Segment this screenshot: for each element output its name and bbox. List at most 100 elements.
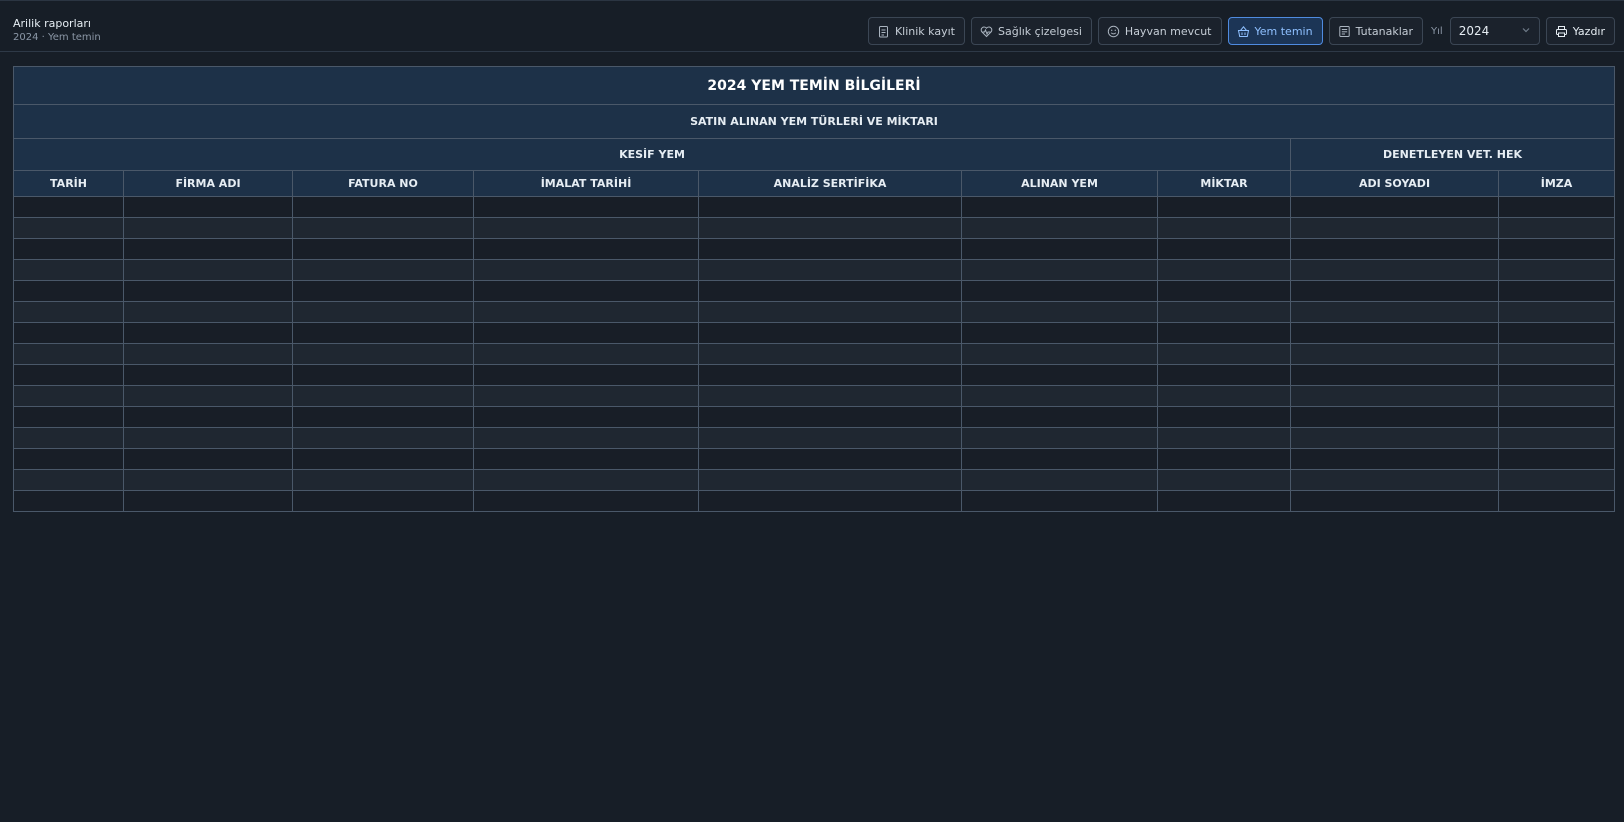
table-cell[interactable] (1498, 343, 1615, 365)
table-cell[interactable] (473, 427, 699, 449)
table-cell[interactable] (292, 448, 474, 470)
table-cell[interactable] (1290, 238, 1499, 260)
saglik-cizelgesi-button[interactable]: Sağlık çizelgesi (970, 17, 1092, 45)
table-cell[interactable] (13, 385, 124, 407)
table-cell[interactable] (473, 259, 699, 281)
table-cell[interactable] (1290, 427, 1499, 449)
tutanaklar-button[interactable]: Tutanaklar (1328, 17, 1424, 45)
table-cell[interactable] (961, 448, 1158, 470)
table-cell[interactable] (1290, 301, 1499, 323)
table-cell[interactable] (292, 364, 474, 386)
table-cell[interactable] (1157, 217, 1291, 239)
table-cell[interactable] (1157, 301, 1291, 323)
table-cell[interactable] (961, 364, 1158, 386)
table-cell[interactable] (1498, 427, 1615, 449)
table-cell[interactable] (1498, 448, 1615, 470)
table-cell[interactable] (961, 259, 1158, 281)
table-cell[interactable] (13, 280, 124, 302)
table-cell[interactable] (473, 385, 699, 407)
table-cell[interactable] (961, 196, 1158, 218)
table-cell[interactable] (292, 322, 474, 344)
table-cell[interactable] (13, 259, 124, 281)
table-cell[interactable] (1290, 448, 1499, 470)
table-cell[interactable] (123, 406, 293, 428)
table-cell[interactable] (1290, 259, 1499, 281)
table-cell[interactable] (1157, 259, 1291, 281)
table-cell[interactable] (473, 469, 699, 491)
table-cell[interactable] (1290, 280, 1499, 302)
table-cell[interactable] (123, 385, 293, 407)
table-cell[interactable] (1290, 364, 1499, 386)
table-cell[interactable] (292, 238, 474, 260)
table-cell[interactable] (13, 364, 124, 386)
table-cell[interactable] (961, 490, 1158, 512)
table-cell[interactable] (13, 238, 124, 260)
table-cell[interactable] (292, 469, 474, 491)
table-cell[interactable] (1290, 196, 1499, 218)
table-cell[interactable] (123, 448, 293, 470)
table-cell[interactable] (1498, 322, 1615, 344)
klinik-kayit-button[interactable]: Klinik kayıt (867, 17, 965, 45)
table-cell[interactable] (13, 301, 124, 323)
table-cell[interactable] (123, 343, 293, 365)
table-cell[interactable] (1157, 385, 1291, 407)
table-cell[interactable] (698, 217, 962, 239)
table-cell[interactable] (292, 343, 474, 365)
table-cell[interactable] (13, 406, 124, 428)
table-cell[interactable] (961, 301, 1158, 323)
table-cell[interactable] (123, 427, 293, 449)
table-cell[interactable] (473, 238, 699, 260)
table-cell[interactable] (1290, 343, 1499, 365)
table-cell[interactable] (123, 196, 293, 218)
table-cell[interactable] (473, 301, 699, 323)
table-cell[interactable] (1498, 301, 1615, 323)
table-cell[interactable] (961, 469, 1158, 491)
year-select[interactable]: 2024 (1449, 17, 1540, 45)
table-cell[interactable] (1157, 406, 1291, 428)
table-cell[interactable] (698, 238, 962, 260)
table-cell[interactable] (698, 196, 962, 218)
table-cell[interactable] (698, 406, 962, 428)
table-cell[interactable] (1498, 385, 1615, 407)
table-cell[interactable] (473, 448, 699, 470)
table-cell[interactable] (698, 427, 962, 449)
hayvan-mevcut-button[interactable]: Hayvan mevcut (1097, 17, 1222, 45)
table-cell[interactable] (123, 490, 293, 512)
yem-temin-button[interactable]: Yem temin (1227, 17, 1323, 45)
table-cell[interactable] (961, 217, 1158, 239)
table-cell[interactable] (698, 280, 962, 302)
table-cell[interactable] (123, 238, 293, 260)
table-cell[interactable] (473, 322, 699, 344)
table-cell[interactable] (1498, 469, 1615, 491)
table-cell[interactable] (1498, 238, 1615, 260)
table-cell[interactable] (1157, 343, 1291, 365)
table-cell[interactable] (292, 301, 474, 323)
table-cell[interactable] (1498, 364, 1615, 386)
table-cell[interactable] (1157, 364, 1291, 386)
table-cell[interactable] (292, 490, 474, 512)
print-button[interactable]: Yazdır (1545, 17, 1615, 45)
table-cell[interactable] (698, 385, 962, 407)
table-cell[interactable] (698, 259, 962, 281)
table-cell[interactable] (1498, 490, 1615, 512)
table-cell[interactable] (1157, 280, 1291, 302)
table-cell[interactable] (473, 364, 699, 386)
table-cell[interactable] (13, 217, 124, 239)
table-cell[interactable] (13, 490, 124, 512)
table-cell[interactable] (1157, 427, 1291, 449)
table-cell[interactable] (1157, 490, 1291, 512)
table-cell[interactable] (13, 322, 124, 344)
table-cell[interactable] (961, 322, 1158, 344)
table-cell[interactable] (698, 364, 962, 386)
table-cell[interactable] (13, 343, 124, 365)
table-cell[interactable] (292, 406, 474, 428)
table-cell[interactable] (473, 280, 699, 302)
table-cell[interactable] (1157, 448, 1291, 470)
table-cell[interactable] (292, 427, 474, 449)
table-cell[interactable] (1498, 406, 1615, 428)
table-cell[interactable] (698, 343, 962, 365)
table-cell[interactable] (123, 280, 293, 302)
table-cell[interactable] (473, 217, 699, 239)
table-cell[interactable] (292, 385, 474, 407)
table-cell[interactable] (13, 196, 124, 218)
